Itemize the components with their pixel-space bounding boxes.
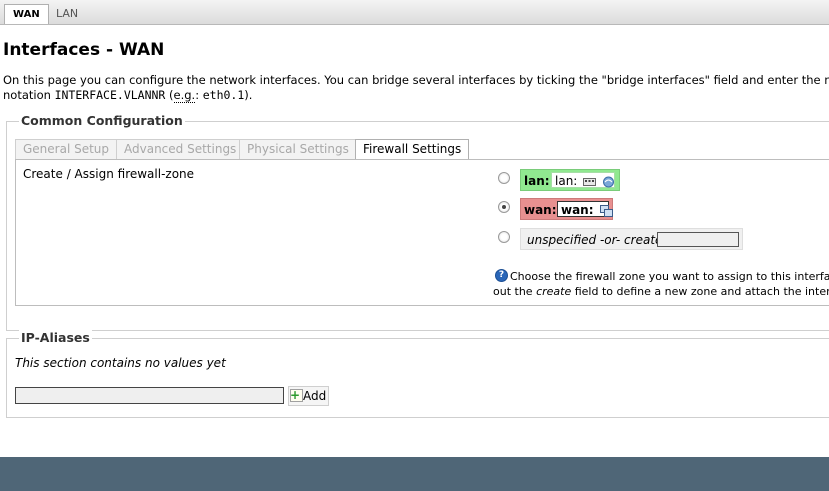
add-icon [290, 386, 303, 404]
tab-lan[interactable]: LAN [48, 4, 86, 23]
description-paren-open: ( [165, 88, 174, 102]
help-out-the: out the [493, 285, 537, 298]
help-line-1: Choose the firewall zone you want to ass… [510, 270, 829, 283]
code-interface-vlannr: INTERFACE.VLANNR [54, 88, 166, 102]
page-title: Interfaces - WAN [3, 40, 165, 60]
description-paren-close: ). [244, 88, 253, 102]
zone-wan-box-label: wan: [561, 203, 594, 217]
radio-wan-selected-dot [502, 205, 506, 209]
tab-wan[interactable]: WAN [4, 4, 49, 24]
top-tab-bar: WAN LAN [0, 0, 829, 25]
wifi-globe-icon [603, 176, 614, 187]
ip-aliases-section: IP-Aliases [6, 330, 829, 418]
page-description: On this page you can configure the netwo… [3, 73, 829, 103]
network-interface-icon [599, 204, 613, 217]
firewall-zone-label: Create / Assign firewall-zone [23, 167, 195, 181]
zone-wan-name: wan: [524, 203, 557, 217]
no-values-text: This section contains no values yet [15, 356, 226, 370]
add-button-label: Add [303, 389, 327, 403]
abbr-eg[interactable]: e.g. [173, 88, 196, 103]
zone-wan: wan: wan: [520, 198, 613, 220]
code-eth0-1: eth0.1 [202, 88, 245, 102]
ip-alias-name-input[interactable] [15, 387, 284, 404]
zone-lan: lan: lan: [520, 169, 620, 191]
description-colon: : [195, 88, 203, 102]
help-line-2: out the create field to define a new zon… [493, 284, 829, 299]
unspecified-create-label: unspecified -or- create: [527, 233, 667, 247]
zone-lan-name: lan: [524, 174, 550, 188]
zone-lan-box: lan: [551, 172, 615, 188]
zone-unspecified: unspecified -or- create: [520, 228, 743, 250]
help-icon: ? [495, 269, 508, 282]
ethernet-switch-icon [583, 177, 597, 186]
radio-unspecified[interactable] [498, 231, 510, 243]
tab-general-setup[interactable]: General Setup [15, 139, 118, 159]
description-notation-label: notation [3, 88, 55, 102]
bottom-bar [0, 457, 829, 491]
tab-physical-settings[interactable]: Physical Settings [239, 139, 357, 159]
zone-lan-box-label: lan: [555, 174, 578, 188]
description-line-1: On this page you can configure the netwo… [3, 73, 829, 87]
help-line-2-end: field to define a new zone and attach th… [574, 285, 829, 298]
tab-advanced-settings[interactable]: Advanced Settings [116, 139, 245, 159]
zone-help-text: Choose the firewall zone you want to ass… [493, 269, 829, 299]
add-button[interactable]: Add [288, 386, 330, 406]
zone-wan-box: wan: [557, 201, 613, 217]
ip-aliases-legend: IP-Aliases [19, 330, 92, 345]
common-configuration-legend: Common Configuration [19, 113, 185, 128]
radio-lan[interactable] [498, 172, 510, 184]
help-create-em: create [536, 285, 572, 298]
tab-firewall-settings[interactable]: Firewall Settings [355, 139, 470, 159]
radio-wan[interactable] [498, 201, 510, 213]
create-zone-input[interactable] [657, 232, 739, 247]
description-line-2: notation INTERFACE.VLANNR (e.g.: eth0.1)… [3, 88, 829, 103]
